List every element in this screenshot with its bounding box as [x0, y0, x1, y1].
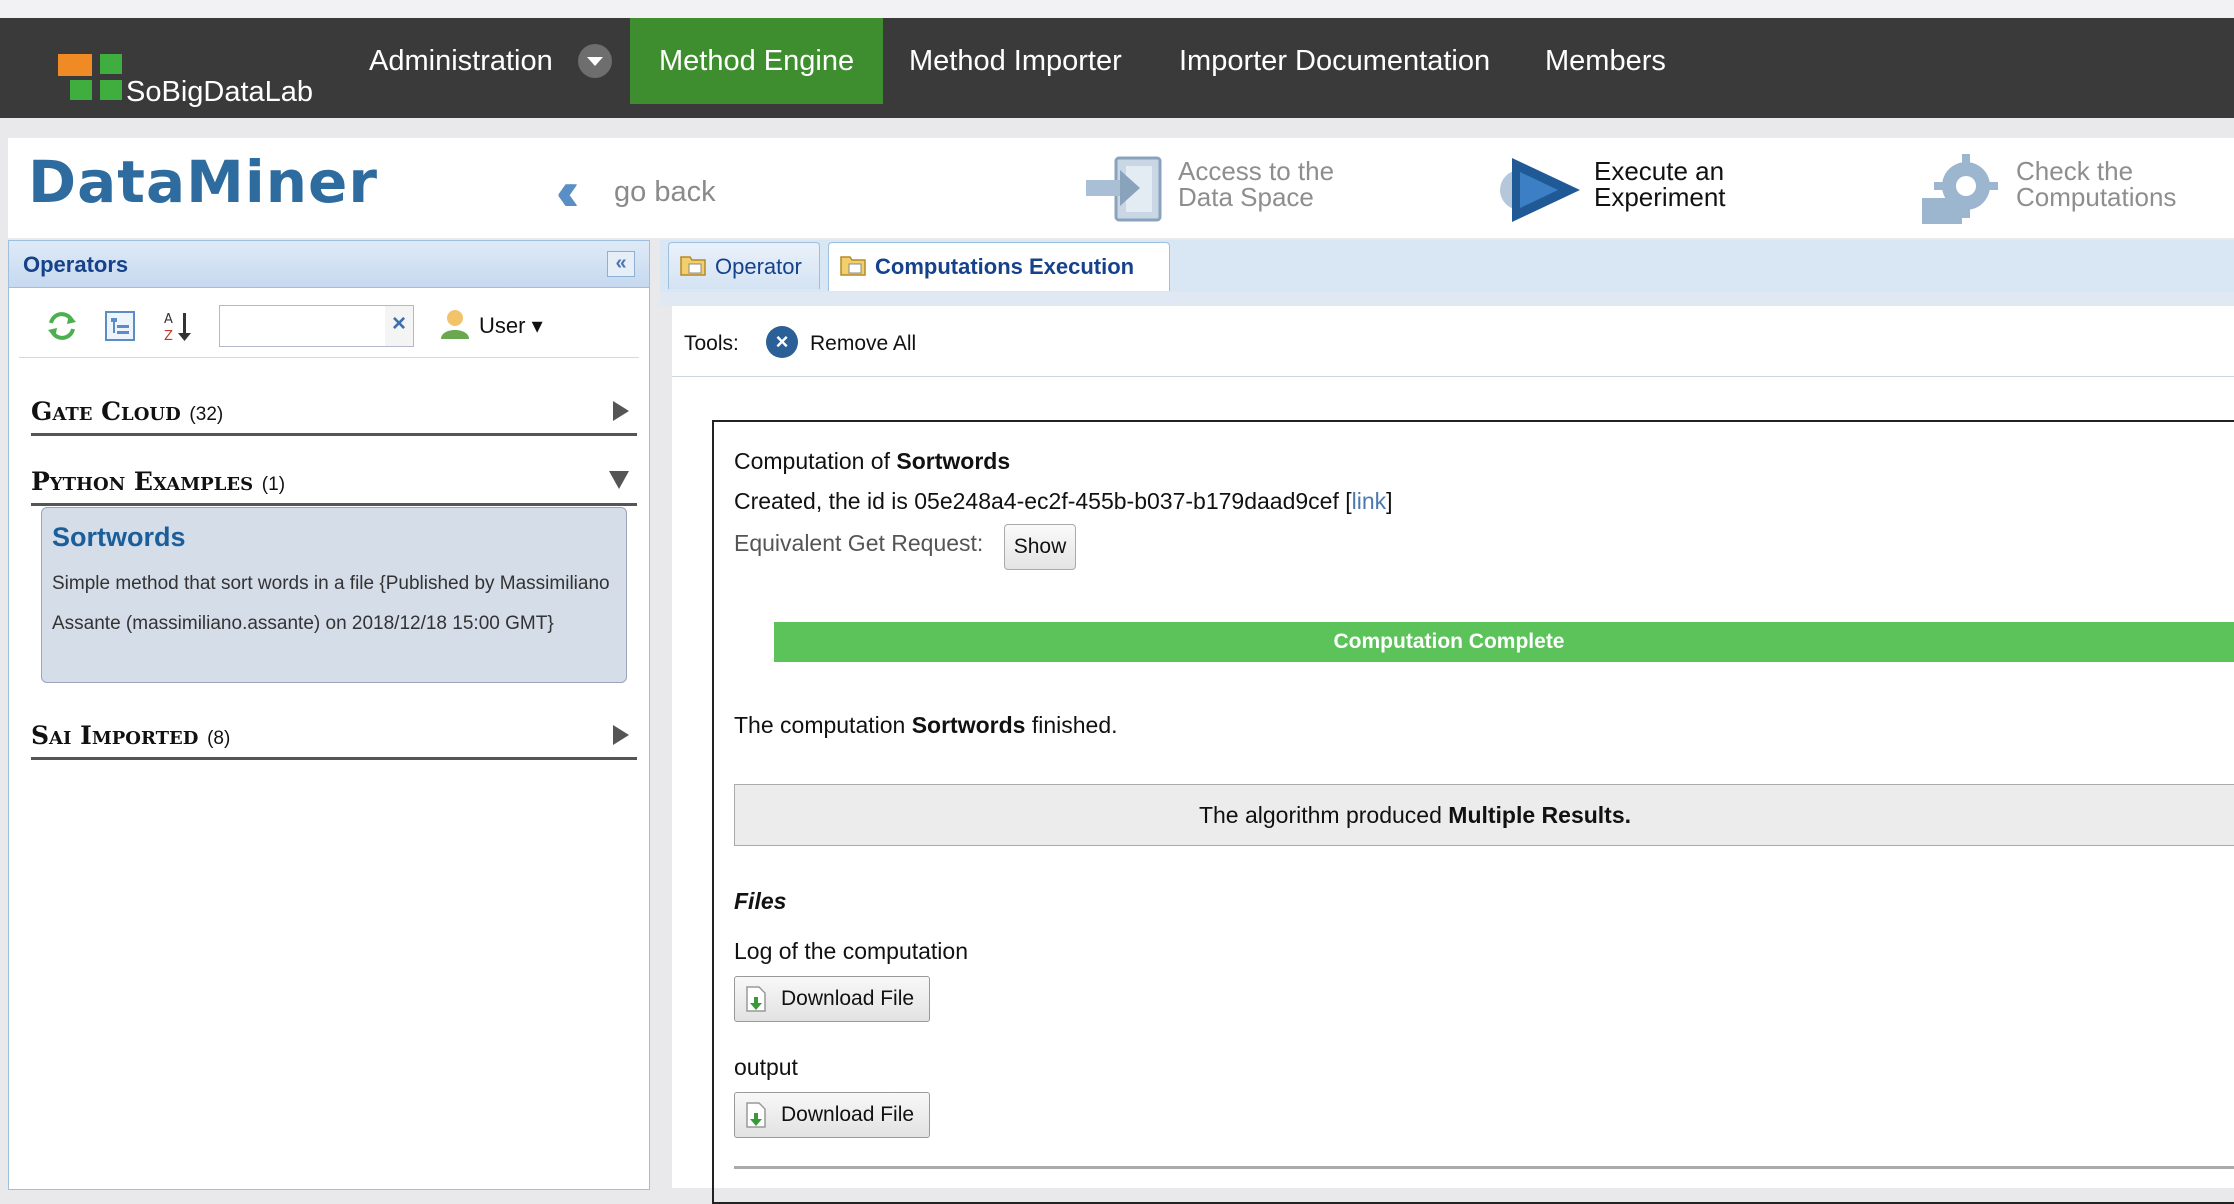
file-label-log: Log of the computation: [734, 938, 968, 964]
category-label: Python Examples (1): [31, 467, 286, 496]
download-file-icon: [746, 986, 766, 1012]
computations-execution-content: Tools: × Remove All Computation of Sortw…: [672, 306, 2234, 1204]
nav-item-administration[interactable]: Administration: [340, 18, 582, 104]
data-space-icon: [1086, 156, 1162, 222]
operators-toolbar: A Z × User ▾: [19, 295, 639, 358]
check-computations-label: Check the Computations: [2016, 156, 2177, 212]
files-heading: Files: [734, 888, 787, 914]
nav-item-importer-documentation[interactable]: Importer Documentation: [1150, 18, 1519, 104]
sort-az-icon[interactable]: A Z: [161, 309, 195, 343]
top-navigation-bar: SoBigDataLab Administration Method Engin…: [0, 18, 2234, 118]
dataminer-logo: DataMiner: [28, 148, 378, 216]
logo-square-orange: [58, 54, 92, 76]
nav-item-members[interactable]: Members: [1516, 18, 1695, 104]
logo-square-green: [100, 54, 122, 74]
collapse-panel-icon[interactable]: «: [607, 251, 635, 277]
category-sai-imported[interactable]: Sai Imported (8): [31, 713, 637, 760]
download-log-button[interactable]: Download File: [734, 976, 930, 1022]
computation-panel: Computation of Sortwords Created, the id…: [712, 420, 2234, 1204]
access-data-space-label: Access to the Data Space: [1178, 156, 1335, 212]
play-icon: [1500, 158, 1580, 222]
category-label: Gate Cloud (32): [31, 397, 224, 426]
category-label: Sai Imported (8): [31, 721, 231, 750]
operators-panel-title: Operators: [23, 252, 129, 277]
computation-title: Computation of Sortwords: [734, 448, 1011, 474]
gear-icon: [1922, 154, 1998, 224]
folder-icon: [840, 256, 866, 276]
operator-search-input[interactable]: [219, 305, 389, 347]
operator-description: Simple method that sort words in a file …: [52, 573, 610, 634]
tab-label: Computations Execution: [875, 254, 1135, 279]
download-file-icon: [746, 1102, 766, 1128]
computation-link[interactable]: link: [1352, 488, 1387, 514]
nav-item-method-importer[interactable]: Method Importer: [880, 18, 1151, 104]
computation-progress-bar: Computation Complete: [774, 622, 2234, 662]
operators-panel-header: Operators «: [9, 241, 649, 288]
window-top-strip: [0, 0, 2234, 18]
user-filter-label: User ▾: [479, 313, 543, 338]
tab-label: Operator: [715, 254, 802, 279]
execute-experiment-button[interactable]: Execute an Experiment: [1498, 154, 1778, 226]
chevron-right-icon: [613, 401, 629, 421]
download-label: Download File: [781, 987, 915, 1010]
logo-square-green: [70, 80, 92, 100]
tools-bar: Tools: × Remove All: [672, 306, 2234, 377]
dataminer-header: DataMiner ‹‹ go back Access to the Data …: [8, 138, 2234, 238]
clear-search-icon[interactable]: ×: [385, 305, 414, 347]
computation-finished-text: The computation Sortwords finished.: [734, 712, 1118, 738]
tab-computations-execution[interactable]: Computations Execution: [828, 242, 1170, 291]
computation-created-line: Created, the id is 05e248a4-ec2f-455b-b0…: [734, 488, 1393, 514]
chevron-down-icon: [609, 471, 629, 489]
divider: [734, 1166, 2234, 1169]
logo-square-green: [100, 80, 122, 100]
check-computations-button[interactable]: Check the Computations: [1920, 154, 2230, 226]
nav-item-method-engine[interactable]: Method Engine: [630, 18, 884, 104]
svg-text:A: A: [164, 312, 173, 327]
double-chevron-left-icon: ‹‹: [556, 159, 580, 222]
progress-status-text: Computation Complete: [1333, 630, 1565, 653]
get-request-label: Equivalent Get Request:: [734, 530, 984, 556]
operator-card-sortwords[interactable]: Sortwords Simple method that sort words …: [41, 507, 627, 683]
tab-operator[interactable]: Operator: [668, 242, 820, 289]
tools-label: Tools:: [684, 332, 739, 355]
operators-panel-body: A Z × User ▾ Gate Cloud (32) Python Exam…: [19, 295, 639, 1185]
execute-experiment-label: Execute an Experiment: [1594, 156, 1726, 212]
file-label-output: output: [734, 1054, 798, 1080]
remove-all-label: Remove All: [810, 332, 917, 355]
refresh-icon[interactable]: [45, 309, 79, 343]
operators-panel: Operators « A Z × User ▾ Gate Cloud (32)…: [8, 240, 650, 1190]
close-icon: ×: [766, 326, 798, 358]
chevron-right-icon: [613, 725, 629, 745]
computation-id: 05e248a4-ec2f-455b-b037-b179daad9cef: [914, 488, 1339, 514]
download-label: Download File: [781, 1103, 915, 1126]
chevron-down-icon[interactable]: [578, 44, 612, 78]
show-get-request-button[interactable]: Show: [1004, 524, 1076, 570]
brand-name: SoBigDataLab: [126, 76, 314, 108]
result-summary-text: The algorithm produced Multiple Results.: [1198, 802, 1632, 828]
operator-name: Sortwords: [52, 522, 186, 552]
download-output-button[interactable]: Download File: [734, 1092, 930, 1138]
tab-separator: [660, 292, 2234, 306]
category-python-examples[interactable]: Python Examples (1): [31, 459, 637, 506]
go-back-label: go back: [614, 176, 716, 208]
tab-strip: Operator Computations Execution: [660, 240, 2234, 294]
category-gate-cloud[interactable]: Gate Cloud (32): [31, 389, 637, 436]
svg-text:Z: Z: [164, 329, 173, 343]
access-data-space-button[interactable]: Access to the Data Space: [1082, 154, 1402, 226]
result-summary-box: The algorithm produced Multiple Results.: [734, 784, 2234, 846]
tree-view-icon[interactable]: [103, 309, 137, 343]
user-icon: [441, 310, 469, 339]
folder-icon: [680, 256, 706, 276]
